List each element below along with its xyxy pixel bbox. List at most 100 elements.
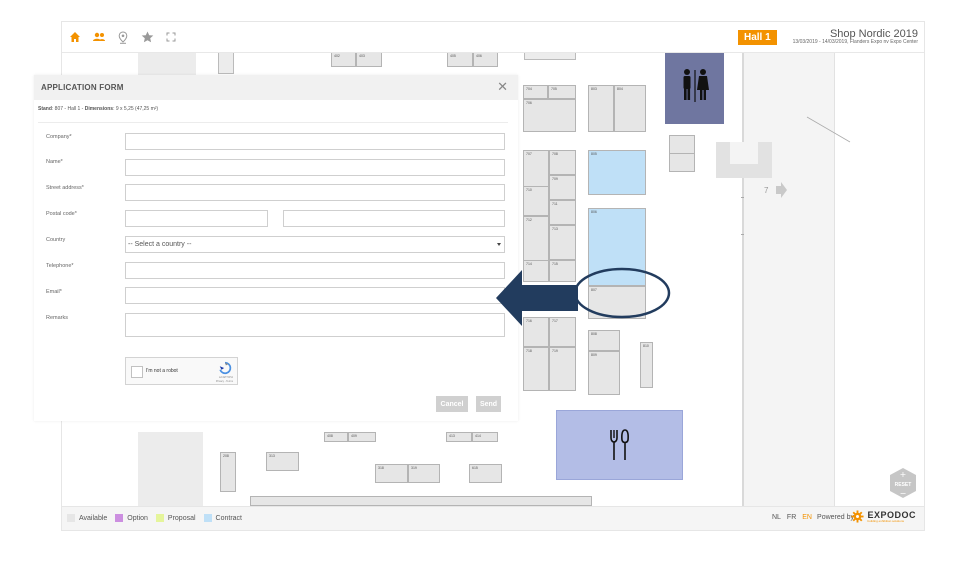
- restaurant-block[interactable]: [556, 410, 683, 480]
- country-select[interactable]: -- Select a country --: [125, 236, 505, 253]
- stand-405[interactable]: 405: [447, 52, 473, 67]
- stand-409[interactable]: 409: [348, 432, 376, 442]
- form-header: APPLICATION FORM ✕: [34, 75, 518, 100]
- city-input[interactable]: [283, 210, 505, 227]
- reset-label: RESET: [895, 482, 912, 488]
- map-block: [138, 432, 203, 506]
- email-input[interactable]: [125, 287, 505, 304]
- street-input[interactable]: [125, 184, 505, 201]
- lang-nl[interactable]: NL: [772, 514, 781, 521]
- legend-swatch: [115, 514, 124, 522]
- postal-label: Postal code*: [46, 211, 77, 217]
- captcha-text: I'm not a robot: [146, 368, 178, 374]
- lang-en[interactable]: EN: [802, 514, 812, 521]
- stand-803[interactable]: 803: [588, 85, 614, 132]
- stand-719[interactable]: 719: [549, 347, 576, 391]
- stand-dimensions: 9 x 5,25 (47,25 m²): [115, 106, 159, 112]
- entrance-structure: [730, 142, 758, 164]
- stand-712[interactable]: 712: [523, 216, 549, 261]
- stand-208[interactable]: 208: [220, 452, 236, 492]
- hall-badge[interactable]: Hall 1: [738, 30, 777, 45]
- legend-swatch: [203, 514, 212, 522]
- stand-718[interactable]: 718: [523, 347, 549, 391]
- legend-swatch: [67, 514, 75, 522]
- name-label: Name*: [46, 159, 63, 165]
- application-form-panel: APPLICATION FORM ✕ Stand: 807 - Hall 1 -…: [34, 75, 518, 421]
- stand-810[interactable]: 810: [640, 342, 653, 388]
- stand-705[interactable]: 705: [548, 85, 576, 99]
- map-block-divider: [669, 153, 695, 154]
- map-block: [524, 52, 576, 60]
- stand-info: Stand: 807 - Hall 1 - Dimensions: 9 x 5,…: [38, 106, 159, 112]
- status-legend: Available Option Proposal Contract: [67, 514, 242, 522]
- remarks-label: Remarks: [46, 315, 69, 321]
- language-switcher: NL FR EN: [772, 514, 812, 521]
- recaptcha-brand: reCAPTCHA: [218, 376, 233, 379]
- cancel-button[interactable]: Cancel: [436, 396, 468, 412]
- stand-804[interactable]: 804: [614, 85, 646, 132]
- stand-403[interactable]: 403: [356, 52, 382, 67]
- name-input[interactable]: [125, 159, 505, 176]
- legend-item: Contract: [203, 514, 242, 522]
- fullscreen-icon[interactable]: [163, 29, 179, 45]
- stand-710[interactable]: 710: [523, 186, 549, 216]
- users-icon[interactable]: [91, 29, 107, 45]
- remarks-textarea[interactable]: [125, 313, 505, 337]
- stand-414[interactable]: 414: [472, 432, 498, 442]
- map-block: [218, 52, 234, 74]
- star-icon[interactable]: [139, 29, 155, 45]
- country-label: Country: [46, 237, 66, 243]
- stand-402[interactable]: 402: [331, 52, 356, 67]
- stand-808[interactable]: 808: [588, 330, 620, 351]
- telephone-label: Telephone*: [46, 263, 74, 269]
- legend-item: Proposal: [155, 514, 196, 522]
- stand-805[interactable]: 805: [588, 150, 646, 195]
- lang-fr[interactable]: FR: [787, 514, 796, 521]
- toolbar-icons: [67, 29, 179, 45]
- telephone-input[interactable]: [125, 262, 505, 279]
- postal-code-input[interactable]: [125, 210, 268, 227]
- zoom-reset-control[interactable]: + RESET −: [888, 467, 918, 499]
- form-title: APPLICATION FORM: [41, 83, 124, 92]
- company-input[interactable]: [125, 133, 505, 150]
- stand-704[interactable]: 704: [523, 85, 548, 99]
- legend-swatch: [155, 514, 164, 522]
- footer-bar: Available Option Proposal Contract NL FR…: [62, 506, 924, 530]
- stand-709[interactable]: 709: [549, 175, 576, 200]
- dash-marker: [741, 197, 744, 198]
- stand-313[interactable]: 313: [266, 452, 299, 471]
- recaptcha-widget: I'm not a robot reCAPTCHA Privacy - Term…: [125, 357, 238, 385]
- send-button[interactable]: Send: [476, 396, 501, 412]
- stand-713[interactable]: 713: [549, 225, 576, 260]
- divider: [38, 122, 508, 123]
- recaptcha-links[interactable]: Privacy - Terms: [216, 380, 233, 383]
- location-pin-icon[interactable]: [115, 29, 131, 45]
- restroom-icon: [683, 69, 709, 102]
- stand-706[interactable]: 706: [523, 99, 576, 132]
- home-icon[interactable]: [67, 29, 83, 45]
- legend-item: Option: [115, 514, 148, 522]
- map-block: [250, 496, 592, 506]
- stand-318[interactable]: 318: [375, 464, 408, 483]
- stand-615[interactable]: 615: [469, 464, 502, 483]
- annotation-circle: [573, 267, 671, 319]
- stand-711[interactable]: 711: [549, 200, 576, 225]
- close-icon[interactable]: ✕: [497, 80, 508, 93]
- stand-406[interactable]: 406: [473, 52, 498, 67]
- stand-809[interactable]: 809: [588, 351, 620, 395]
- email-label: Email*: [46, 289, 62, 295]
- top-toolbar: Hall 1 Shop Nordic 2019 13/03/2019 - 14/…: [62, 22, 924, 53]
- stand-708[interactable]: 708: [549, 150, 576, 175]
- stand-413[interactable]: 413: [446, 432, 472, 442]
- legend-item: Available: [67, 514, 107, 522]
- captcha-checkbox[interactable]: [131, 366, 143, 378]
- entrance-label: 7: [764, 186, 769, 195]
- powered-by-label: Powered by: [817, 514, 854, 521]
- expodoc-logo[interactable]: EXPODOC building exhibition solutions: [851, 510, 916, 523]
- gear-icon: [851, 510, 865, 523]
- stand-408[interactable]: 408: [324, 432, 348, 442]
- stand-319[interactable]: 319: [408, 464, 440, 483]
- annotation-arrow: [496, 270, 578, 326]
- dash-marker: [741, 234, 744, 235]
- restroom-block[interactable]: [665, 52, 724, 124]
